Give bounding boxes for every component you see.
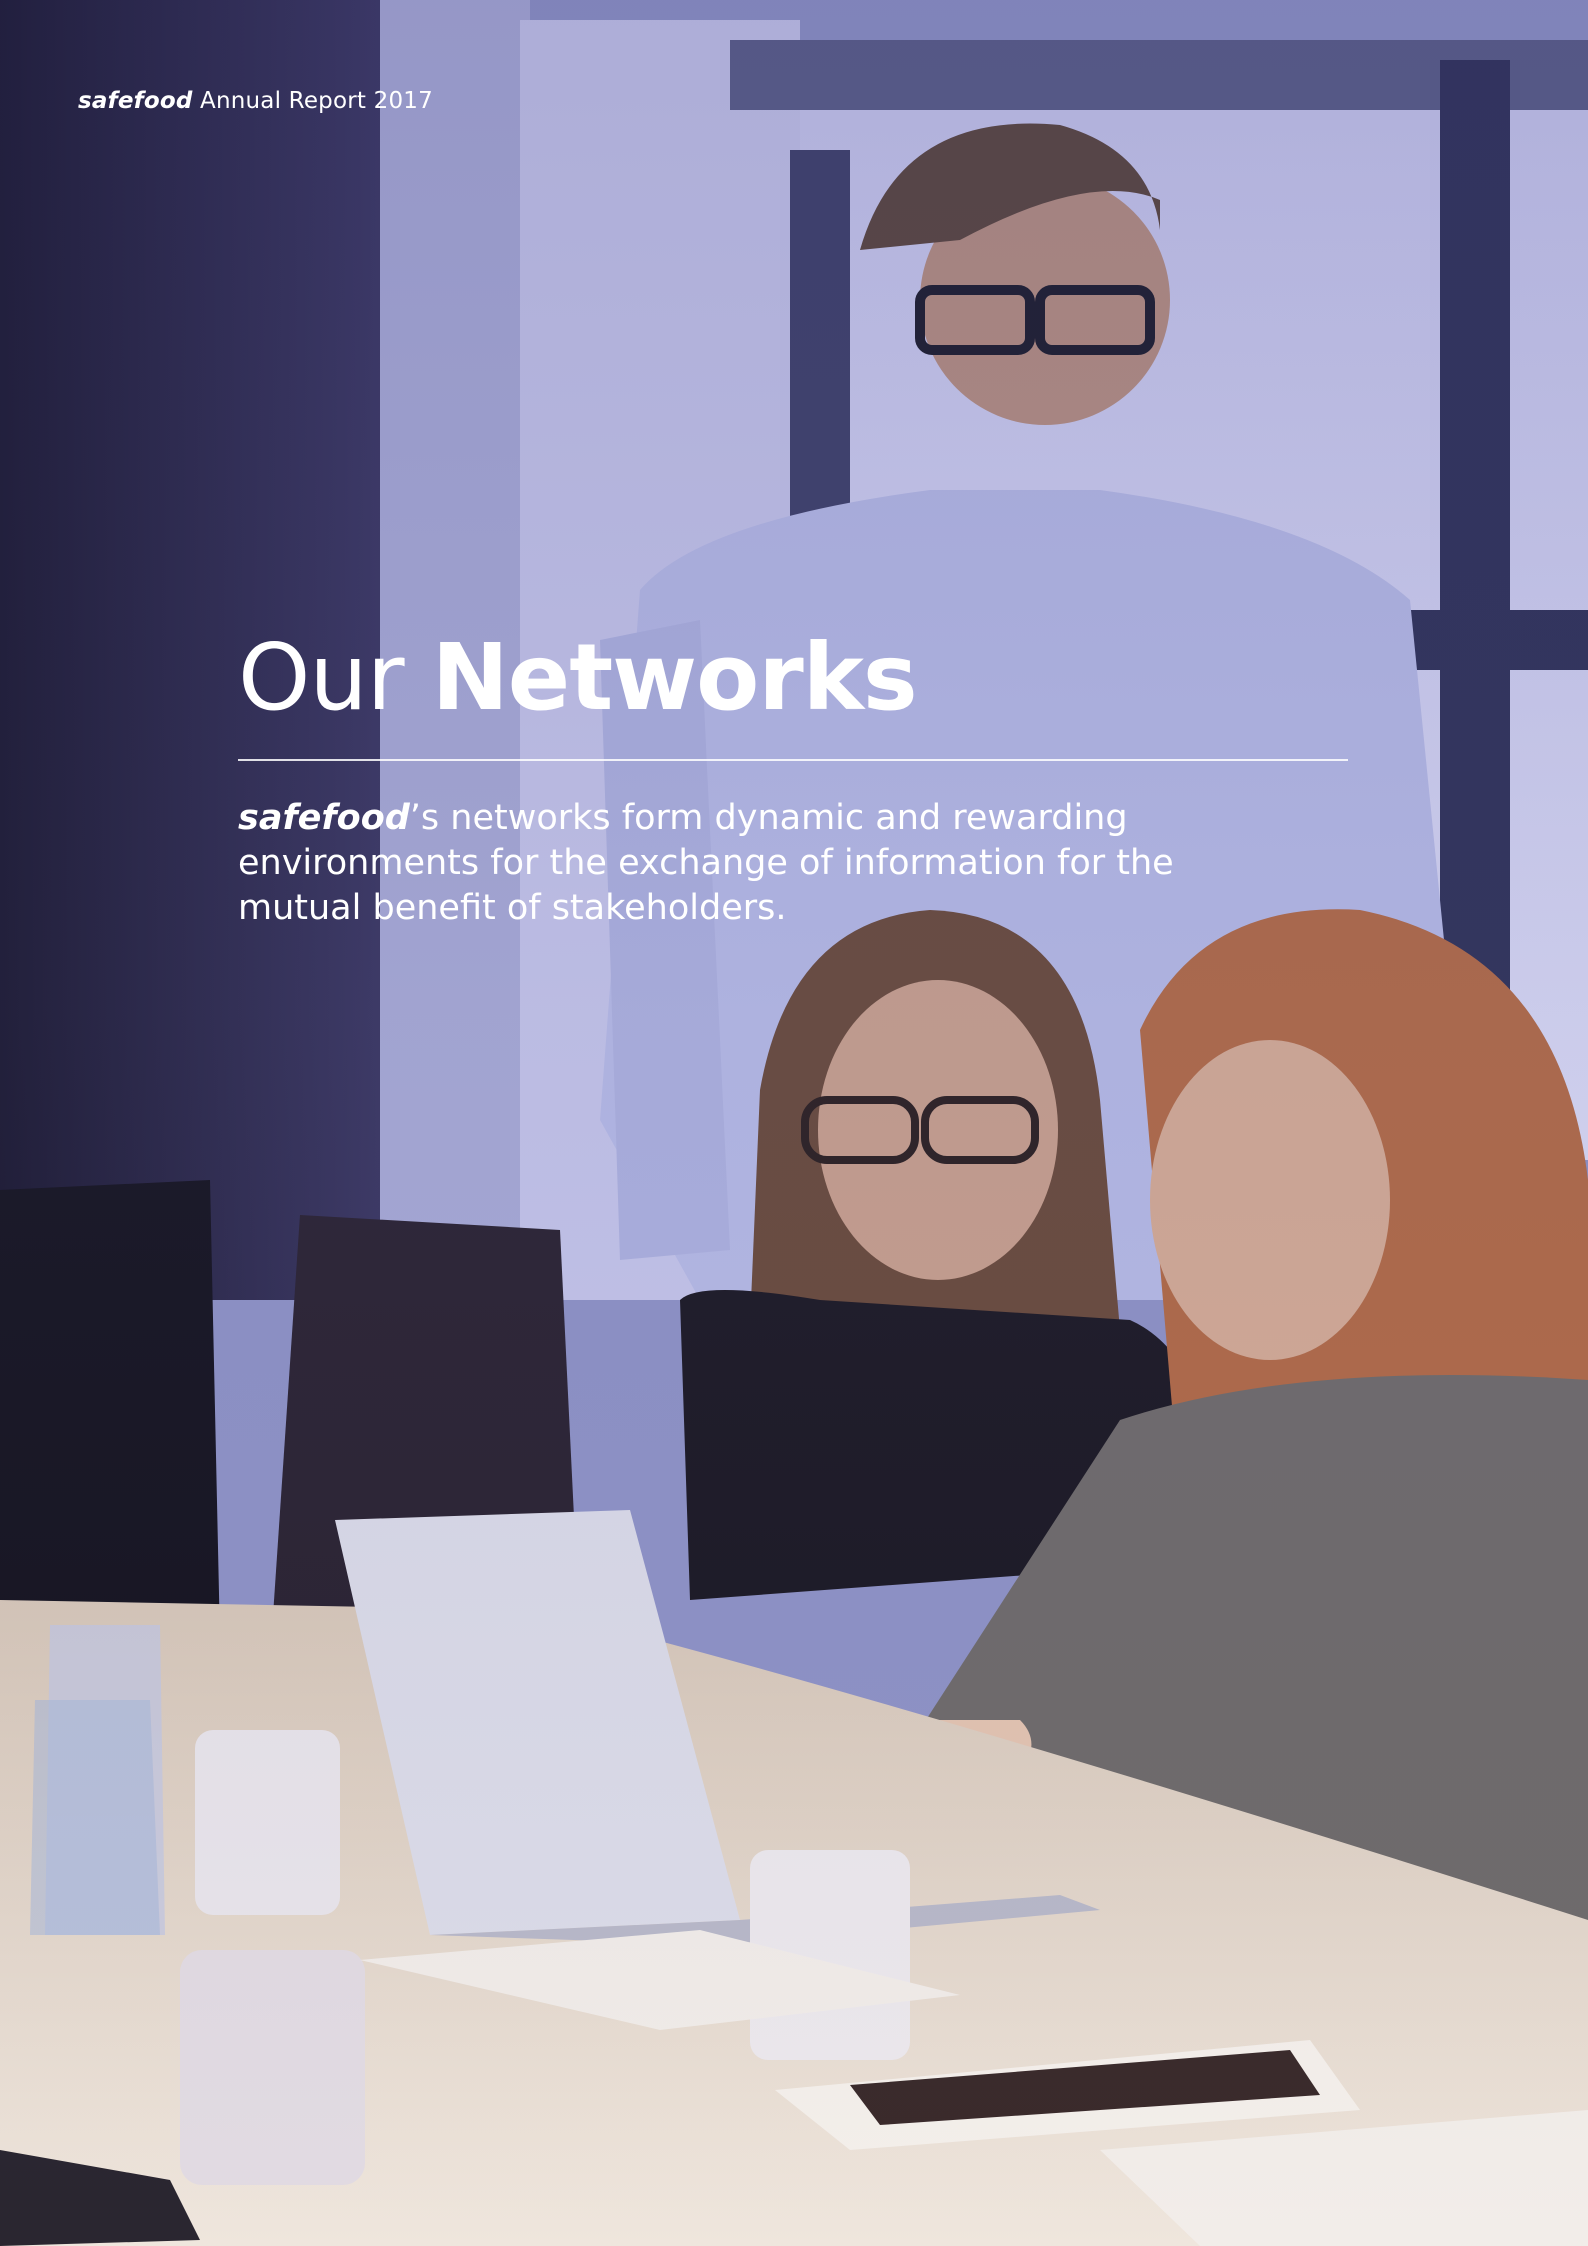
intro-paragraph: safefood’s networks form dynamic and rew…	[238, 796, 1188, 931]
running-header: safefood Annual Report 2017	[78, 88, 433, 114]
header-report-title: Annual Report 2017	[200, 88, 433, 114]
title-light: Our	[238, 624, 405, 731]
intro-brand: safefood	[238, 798, 410, 838]
page: safefood Annual Report 2017 Our Networks…	[0, 0, 1588, 2246]
header-brand: safefood	[78, 88, 193, 114]
title-divider	[238, 759, 1348, 761]
title-bold: Networks	[431, 624, 918, 731]
section-title: Our Networks	[238, 632, 918, 724]
color-tint-overlay	[0, 0, 1588, 2246]
